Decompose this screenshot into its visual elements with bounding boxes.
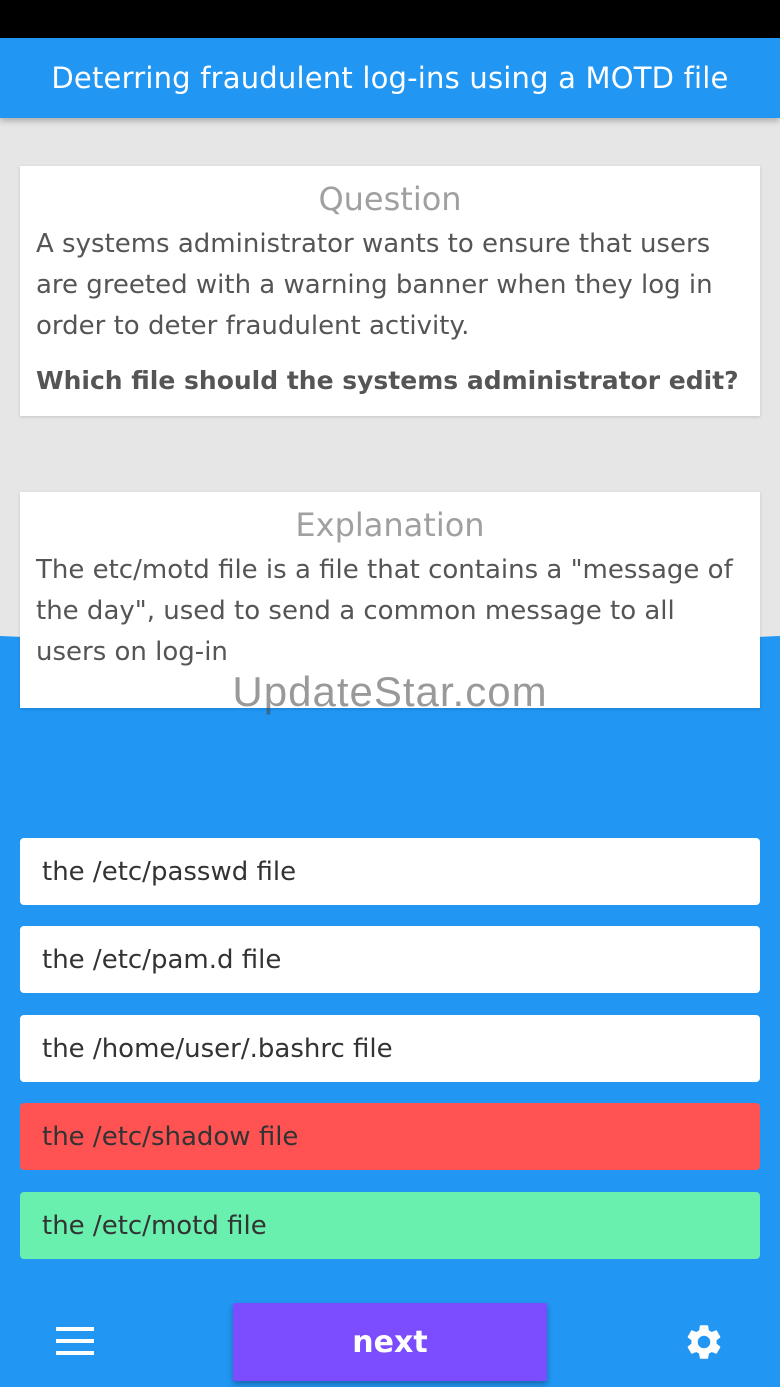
- background-wave-shape: [0, 636, 780, 1387]
- explanation-text: The etc/motd file is a file that contain…: [36, 555, 733, 667]
- question-prompt: Which file should the systems administra…: [36, 366, 739, 395]
- app-header: Deterring fraudulent log-ins using a MOT…: [0, 38, 780, 118]
- page-title: Deterring fraudulent log-ins using a MOT…: [51, 61, 729, 95]
- answer-option-shadow-wrong[interactable]: the /etc/shadow file: [20, 1103, 760, 1170]
- question-card: Question A systems administrator wants t…: [20, 166, 760, 416]
- answer-label: the /home/user/.bashrc file: [42, 1033, 393, 1064]
- explanation-heading: Explanation: [295, 506, 485, 544]
- question-text: A systems administrator wants to ensure …: [36, 229, 713, 341]
- answer-option-pamd[interactable]: the /etc/pam.d file: [20, 926, 760, 993]
- answer-label: the /etc/passwd file: [42, 856, 297, 887]
- answer-option-motd-correct[interactable]: the /etc/motd file: [20, 1192, 760, 1259]
- answer-option-bashrc[interactable]: the /home/user/.bashrc file: [20, 1015, 760, 1082]
- answer-option-passwd[interactable]: the /etc/passwd file: [20, 838, 760, 905]
- next-button[interactable]: next: [233, 1303, 547, 1381]
- menu-icon[interactable]: [56, 1326, 94, 1356]
- answer-label: the /etc/pam.d file: [42, 944, 282, 975]
- answer-label: the /etc/motd file: [42, 1210, 267, 1241]
- explanation-card: Explanation The etc/motd file is a file …: [20, 492, 760, 708]
- answer-label: the /etc/shadow file: [42, 1121, 299, 1152]
- gear-icon[interactable]: [683, 1321, 725, 1363]
- question-heading: Question: [318, 180, 462, 218]
